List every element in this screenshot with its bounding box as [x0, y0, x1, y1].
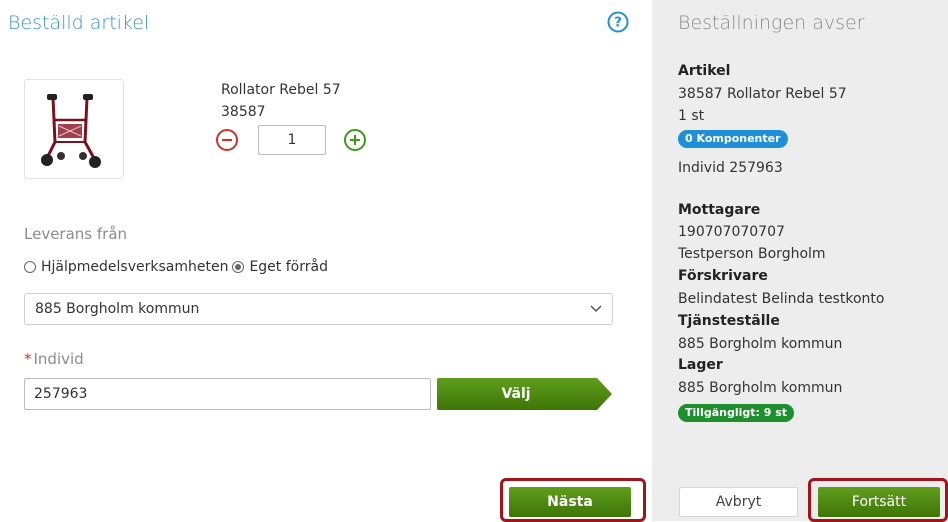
page-title: Beställd artikel [8, 12, 150, 34]
radio-eget-forrad[interactable] [232, 261, 245, 273]
quantity-input[interactable]: 1 [258, 125, 326, 155]
individ-input[interactable]: 257963 [24, 378, 431, 410]
artikel-quantity: 1 st [678, 108, 705, 124]
quantity-value: 1 [287, 132, 297, 148]
delivery-label: Leverans från [24, 225, 128, 243]
radio-eget-forrad-label[interactable]: Eget förråd [249, 259, 328, 275]
components-badge[interactable]: 0 Komponenter [678, 130, 788, 148]
order-article-panel: Beställd artikel ? Rollator Rebel 57 385… [0, 0, 652, 522]
question-circle-icon[interactable]: ? [607, 11, 629, 33]
select-value: 885 Borgholm kommun [35, 301, 200, 317]
summary-title: Beställningen avser [678, 12, 865, 34]
increase-quantity-icon[interactable] [343, 128, 367, 152]
decrease-quantity-icon[interactable] [215, 128, 239, 152]
rollator-image [41, 94, 101, 168]
tjanstestalle-value: 885 Borgholm kommun [678, 336, 843, 352]
lager-value: 885 Borgholm kommun [678, 380, 843, 396]
radio-hjalpmedel-label[interactable]: Hjälpmedelsverksamheten [41, 259, 228, 275]
choose-button[interactable]: Välj [437, 378, 612, 410]
cancel-button[interactable]: Avbryt [679, 487, 798, 517]
available-badge: Tillgängligt: 9 st [678, 404, 795, 422]
delivery-radio-group: Hjälpmedelsverksamheten Eget förråd [24, 259, 328, 275]
lager-heading: Lager [678, 357, 723, 373]
continue-button[interactable]: Fortsätt [818, 487, 940, 517]
product-number: 38587 [221, 104, 266, 120]
chevron-down-icon [590, 305, 602, 313]
tjanstestalle-heading: Tjänsteställe [678, 313, 780, 329]
individ-label: Individ [33, 350, 84, 368]
artikel-heading: Artikel [678, 63, 731, 79]
product-name: Rollator Rebel 57 [221, 82, 341, 98]
individ-line: Individ 257963 [678, 160, 783, 176]
required-marker: * [24, 350, 32, 368]
artikel-line: 38587 Rollator Rebel 57 [678, 86, 847, 102]
individ-value: 257963 [34, 386, 88, 402]
product-image [24, 79, 124, 179]
mottagare-name: Testperson Borgholm [678, 246, 826, 262]
radio-hjalpmedel[interactable] [24, 261, 36, 273]
next-button[interactable]: Nästa [509, 487, 631, 517]
delivery-source-select[interactable]: 885 Borgholm kommun [24, 293, 613, 325]
individ-label-row: * Individ [24, 350, 84, 368]
forskrivare-name: Belindatest Belinda testkonto [678, 291, 885, 307]
forskrivare-heading: Förskrivare [678, 268, 768, 284]
svg-text:?: ? [614, 16, 622, 31]
mottagare-id: 190707070707 [678, 224, 785, 240]
choose-button-label: Välj [501, 386, 531, 402]
mottagare-heading: Mottagare [678, 202, 761, 218]
